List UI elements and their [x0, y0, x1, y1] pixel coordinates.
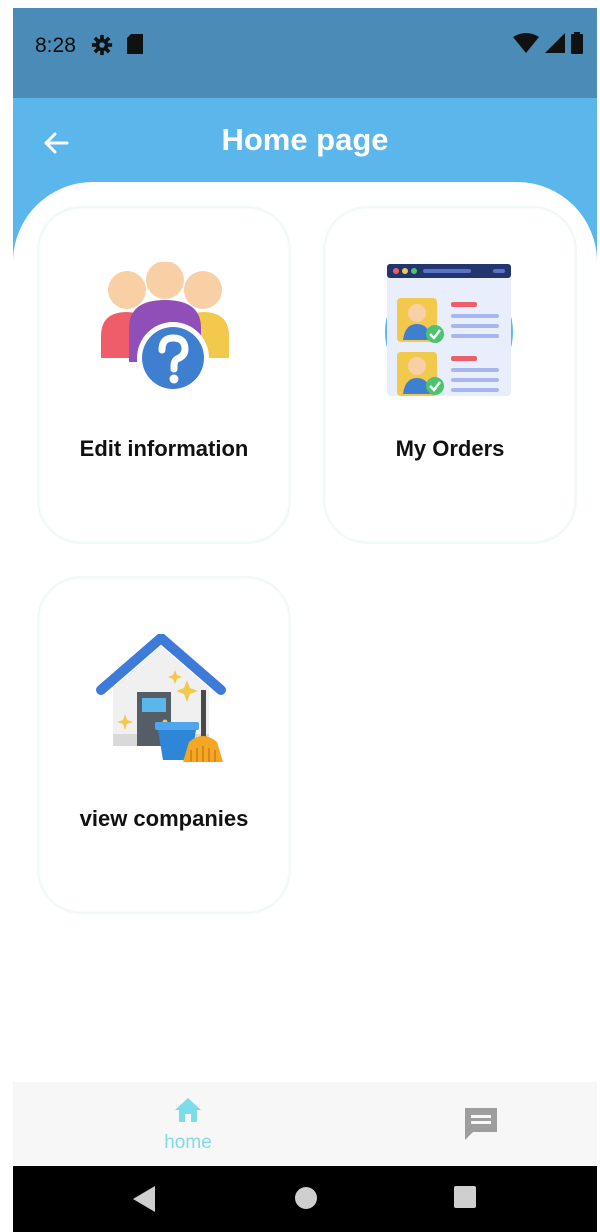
back-triangle-icon[interactable]	[133, 1186, 155, 1212]
status-bar: 8:28	[13, 8, 597, 98]
status-time: 8:28	[35, 34, 76, 57]
card-label: Edit information	[79, 436, 249, 461]
house-cleaning-icon	[96, 634, 226, 762]
my-orders-card[interactable]: My Orders	[323, 206, 577, 544]
chat-icon[interactable]	[461, 1104, 501, 1144]
system-nav-bar	[13, 1166, 597, 1232]
page-title: Home page	[221, 122, 389, 157]
wifi-icon	[513, 33, 539, 53]
recents-square-icon[interactable]	[454, 1186, 476, 1208]
home-circle-icon[interactable]	[294, 1186, 318, 1210]
home-icon	[175, 1098, 201, 1122]
app-frame: 8:28 Home page Edit information My Order…	[13, 8, 597, 1232]
sd-card-icon	[127, 34, 143, 54]
card-label: view companies	[79, 806, 249, 831]
battery-icon	[571, 32, 583, 54]
group-question-icon	[101, 262, 229, 394]
cell-signal-icon	[545, 33, 565, 53]
gear-icon	[91, 34, 113, 56]
card-label: My Orders	[395, 436, 505, 461]
view-companies-card[interactable]: view companies	[37, 576, 291, 914]
orders-profiles-icon	[385, 264, 513, 396]
status-icons	[513, 32, 583, 54]
bottom-nav: home	[13, 1082, 597, 1166]
nav-home-tab[interactable]: home	[153, 1096, 223, 1158]
edit-information-card[interactable]: Edit information	[37, 206, 291, 544]
nav-home-label: home	[164, 1132, 212, 1153]
